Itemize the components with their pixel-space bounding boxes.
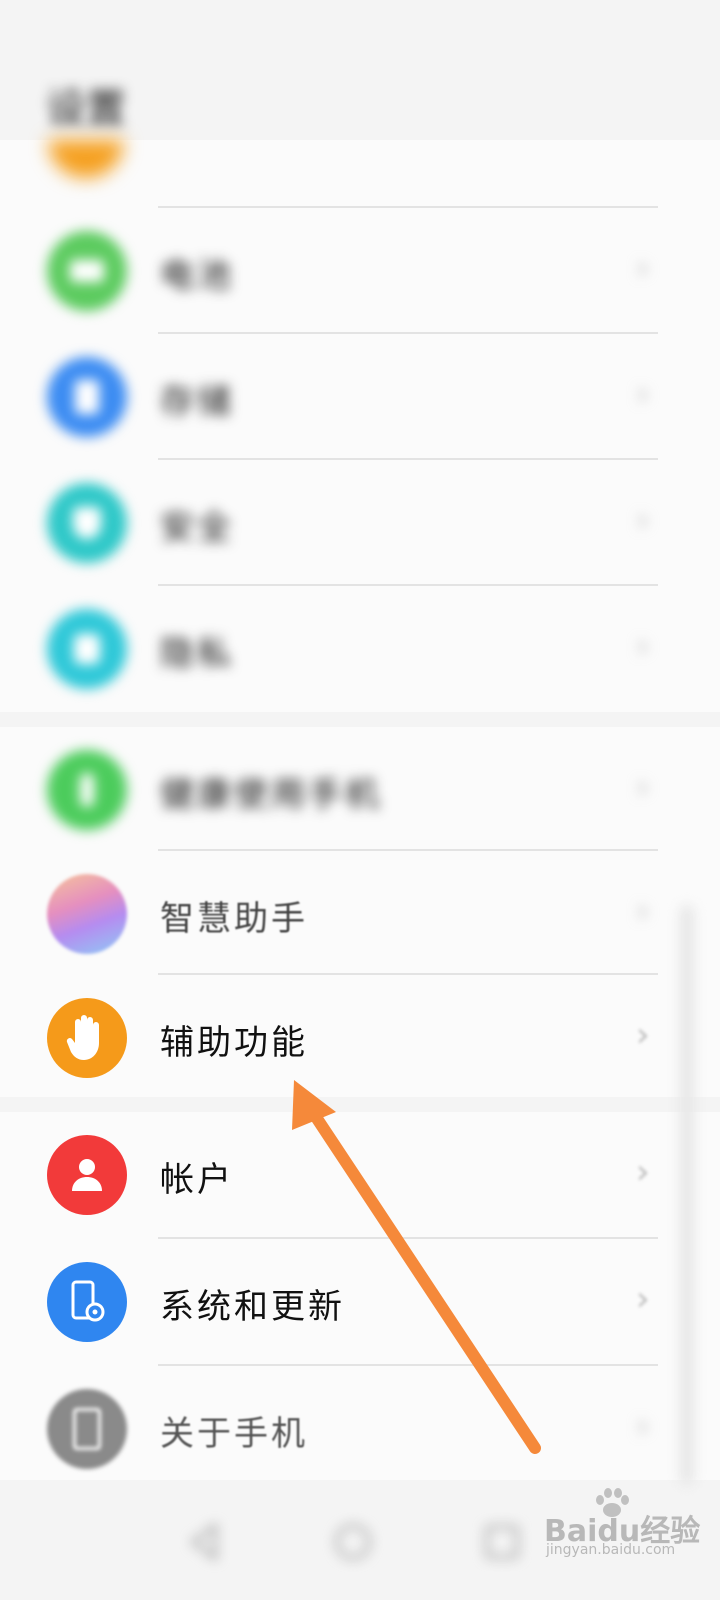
privacy-icon [47, 609, 127, 689]
settings-item-label: 安全 [160, 508, 234, 548]
settings-item-label: 系统和更新 [160, 1287, 345, 1327]
settings-item-accessibility[interactable]: 辅助功能 › [0, 975, 720, 1100]
settings-item-label: 存储 [160, 382, 234, 422]
settings-item-label: 辅助功能 [160, 1023, 308, 1063]
chevron-right-icon: › [636, 891, 650, 931]
settings-item-security[interactable]: 安全 › [0, 460, 720, 585]
shield-icon [47, 483, 127, 563]
partial-row-icon [48, 140, 124, 178]
settings-item-label: 电池 [160, 256, 234, 296]
storage-icon [47, 357, 127, 437]
settings-item-smart-assistant[interactable]: 智慧助手 › [0, 851, 720, 976]
recents-icon[interactable] [480, 1520, 524, 1564]
baidu-watermark: Baidu经验 jingyan.baidu.com [540, 1488, 720, 1558]
settings-item-label: 关于手机 [160, 1414, 308, 1454]
status-bar [0, 0, 720, 60]
watermark-subtext: jingyan.baidu.com [546, 1542, 676, 1558]
settings-item-label: 健康使用手机 [160, 775, 382, 815]
settings-item-account[interactable]: 帐户 › [0, 1112, 720, 1237]
settings-group-c: 帐户 › 系统和更新 › 关于手机 › [0, 1112, 720, 1480]
smart-assistant-icon [47, 874, 127, 954]
chevron-right-icon: › [636, 374, 650, 414]
home-icon[interactable] [331, 1520, 375, 1564]
settings-item-system-update[interactable]: 系统和更新 › [0, 1239, 720, 1364]
settings-item-about-phone[interactable]: 关于手机 › [0, 1366, 720, 1491]
hourglass-icon [47, 750, 127, 830]
phone-info-icon [47, 1389, 127, 1469]
settings-item-label: 隐私 [160, 634, 234, 674]
chevron-right-icon: › [636, 1152, 650, 1192]
system-update-icon [47, 1262, 127, 1342]
settings-group-b: 健康使用手机 › 智慧助手 › 辅助功能 › [0, 727, 720, 1097]
chevron-right-icon: › [636, 767, 650, 807]
settings-item-storage[interactable]: 存储 › [0, 334, 720, 459]
battery-icon [47, 231, 127, 311]
scrollbar[interactable] [680, 905, 694, 1485]
back-icon[interactable] [183, 1520, 227, 1564]
chevron-right-icon: › [636, 626, 650, 666]
chevron-right-icon: › [636, 500, 650, 540]
account-icon [47, 1135, 127, 1215]
chevron-right-icon: › [636, 1279, 650, 1319]
settings-item-label: 帐户 [160, 1160, 234, 1200]
settings-item-battery[interactable]: 电池 › [0, 208, 720, 333]
chevron-right-icon: › [636, 1015, 650, 1055]
settings-item-digital-balance[interactable]: 健康使用手机 › [0, 727, 720, 852]
settings-item-label: 智慧助手 [160, 899, 308, 939]
chevron-right-icon: › [636, 1406, 650, 1446]
settings-item-privacy[interactable]: 隐私 › [0, 586, 720, 711]
page-title: 设置 [46, 86, 126, 132]
chevron-right-icon: › [636, 248, 650, 288]
hand-icon [47, 998, 127, 1078]
settings-group-a: 电池 › 存储 › 安全 › 隐私 › [0, 140, 720, 712]
